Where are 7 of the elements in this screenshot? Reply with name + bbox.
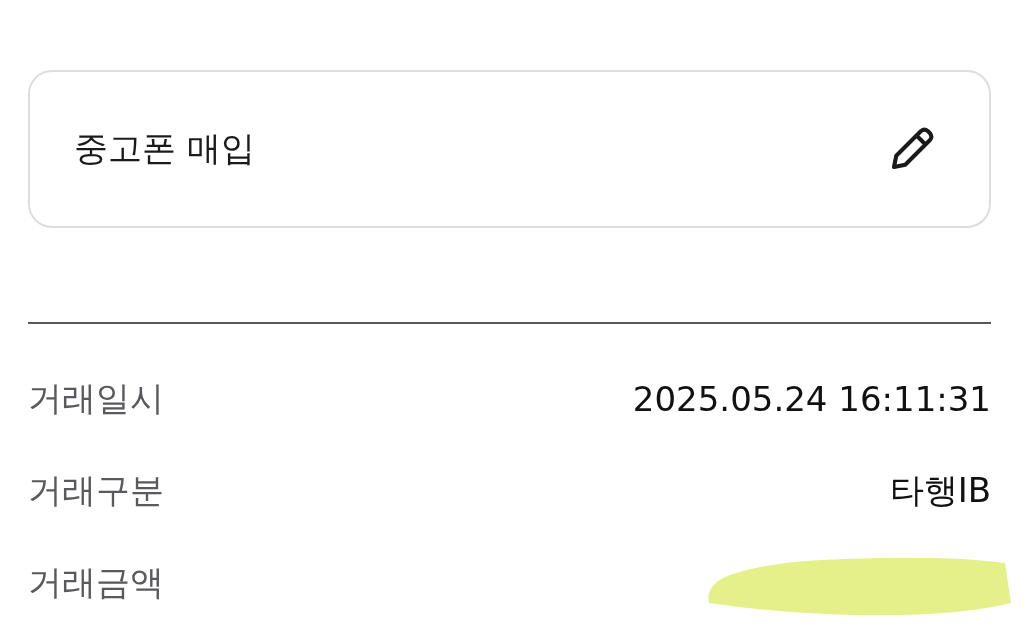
detail-value: 타행IB	[889, 469, 991, 512]
memo-card[interactable]: 중고폰 매입	[28, 70, 991, 228]
detail-label: 거래구분	[28, 469, 164, 512]
memo-text: 중고폰 매입	[74, 127, 255, 170]
detail-label: 거래일시	[28, 377, 164, 420]
detail-label: 거래금액	[28, 561, 164, 604]
detail-value: 2025.05.24 16:11:31	[632, 379, 991, 419]
